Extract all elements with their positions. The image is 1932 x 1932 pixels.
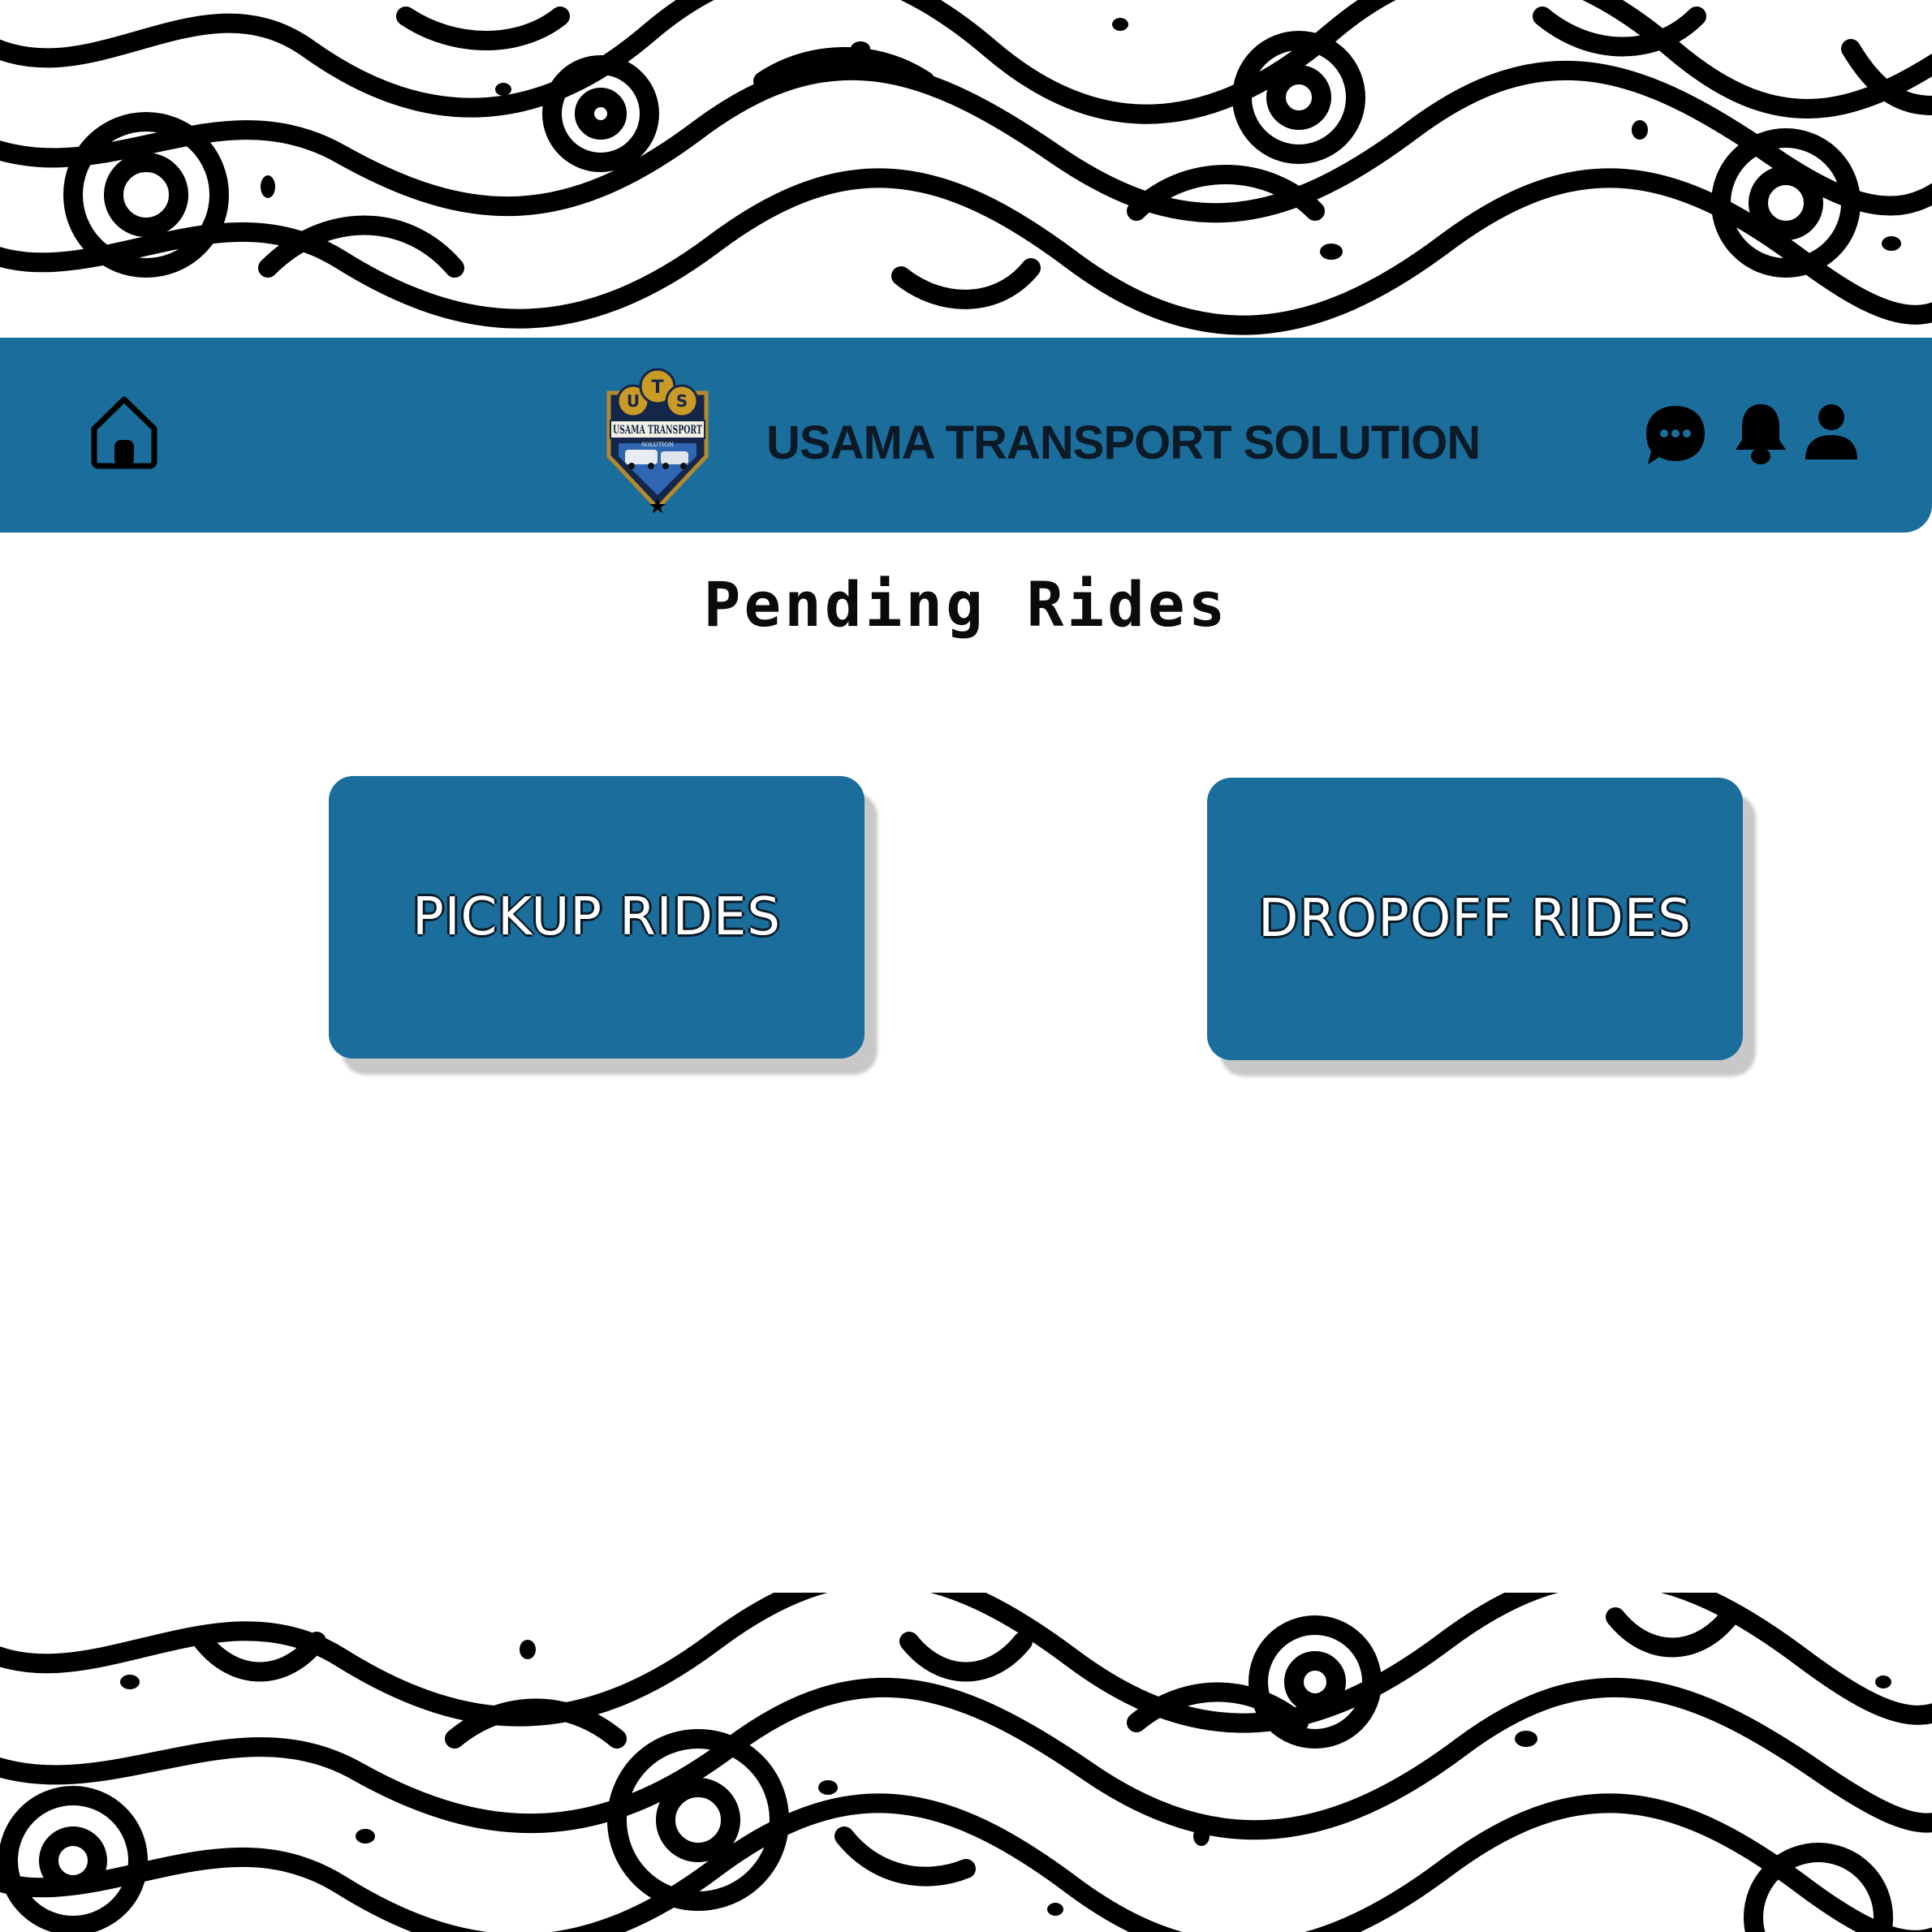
dropoff-rides-button[interactable]: DROPOFF RIDES bbox=[1207, 778, 1743, 1060]
logo-letter-1: U bbox=[627, 391, 640, 411]
logo-letter-3: S bbox=[676, 391, 688, 411]
logo-letter-2: T bbox=[651, 377, 663, 398]
company-logo: U T S USAMA TRANSPORT SOLUTION bbox=[601, 365, 714, 513]
user-icon[interactable] bbox=[1804, 403, 1859, 459]
logo-tagline: SOLUTION bbox=[641, 442, 674, 448]
pickup-rides-label: PICKUP RIDES bbox=[412, 887, 781, 947]
logo-name: USAMA TRANSPORT bbox=[613, 424, 702, 437]
bell-icon[interactable] bbox=[1734, 403, 1788, 468]
app-title: USAMA TRANSPORT SOLUTION bbox=[766, 416, 1481, 469]
decorative-pattern-bottom bbox=[0, 1593, 1932, 1932]
dropoff-rides-label: DROPOFF RIDES bbox=[1258, 889, 1692, 949]
pickup-rides-button[interactable]: PICKUP RIDES bbox=[329, 776, 865, 1059]
home-icon[interactable] bbox=[89, 393, 159, 469]
decorative-pattern-top bbox=[0, 0, 1932, 338]
chat-icon[interactable] bbox=[1643, 403, 1708, 468]
page-title: Pending Rides bbox=[703, 568, 1229, 640]
